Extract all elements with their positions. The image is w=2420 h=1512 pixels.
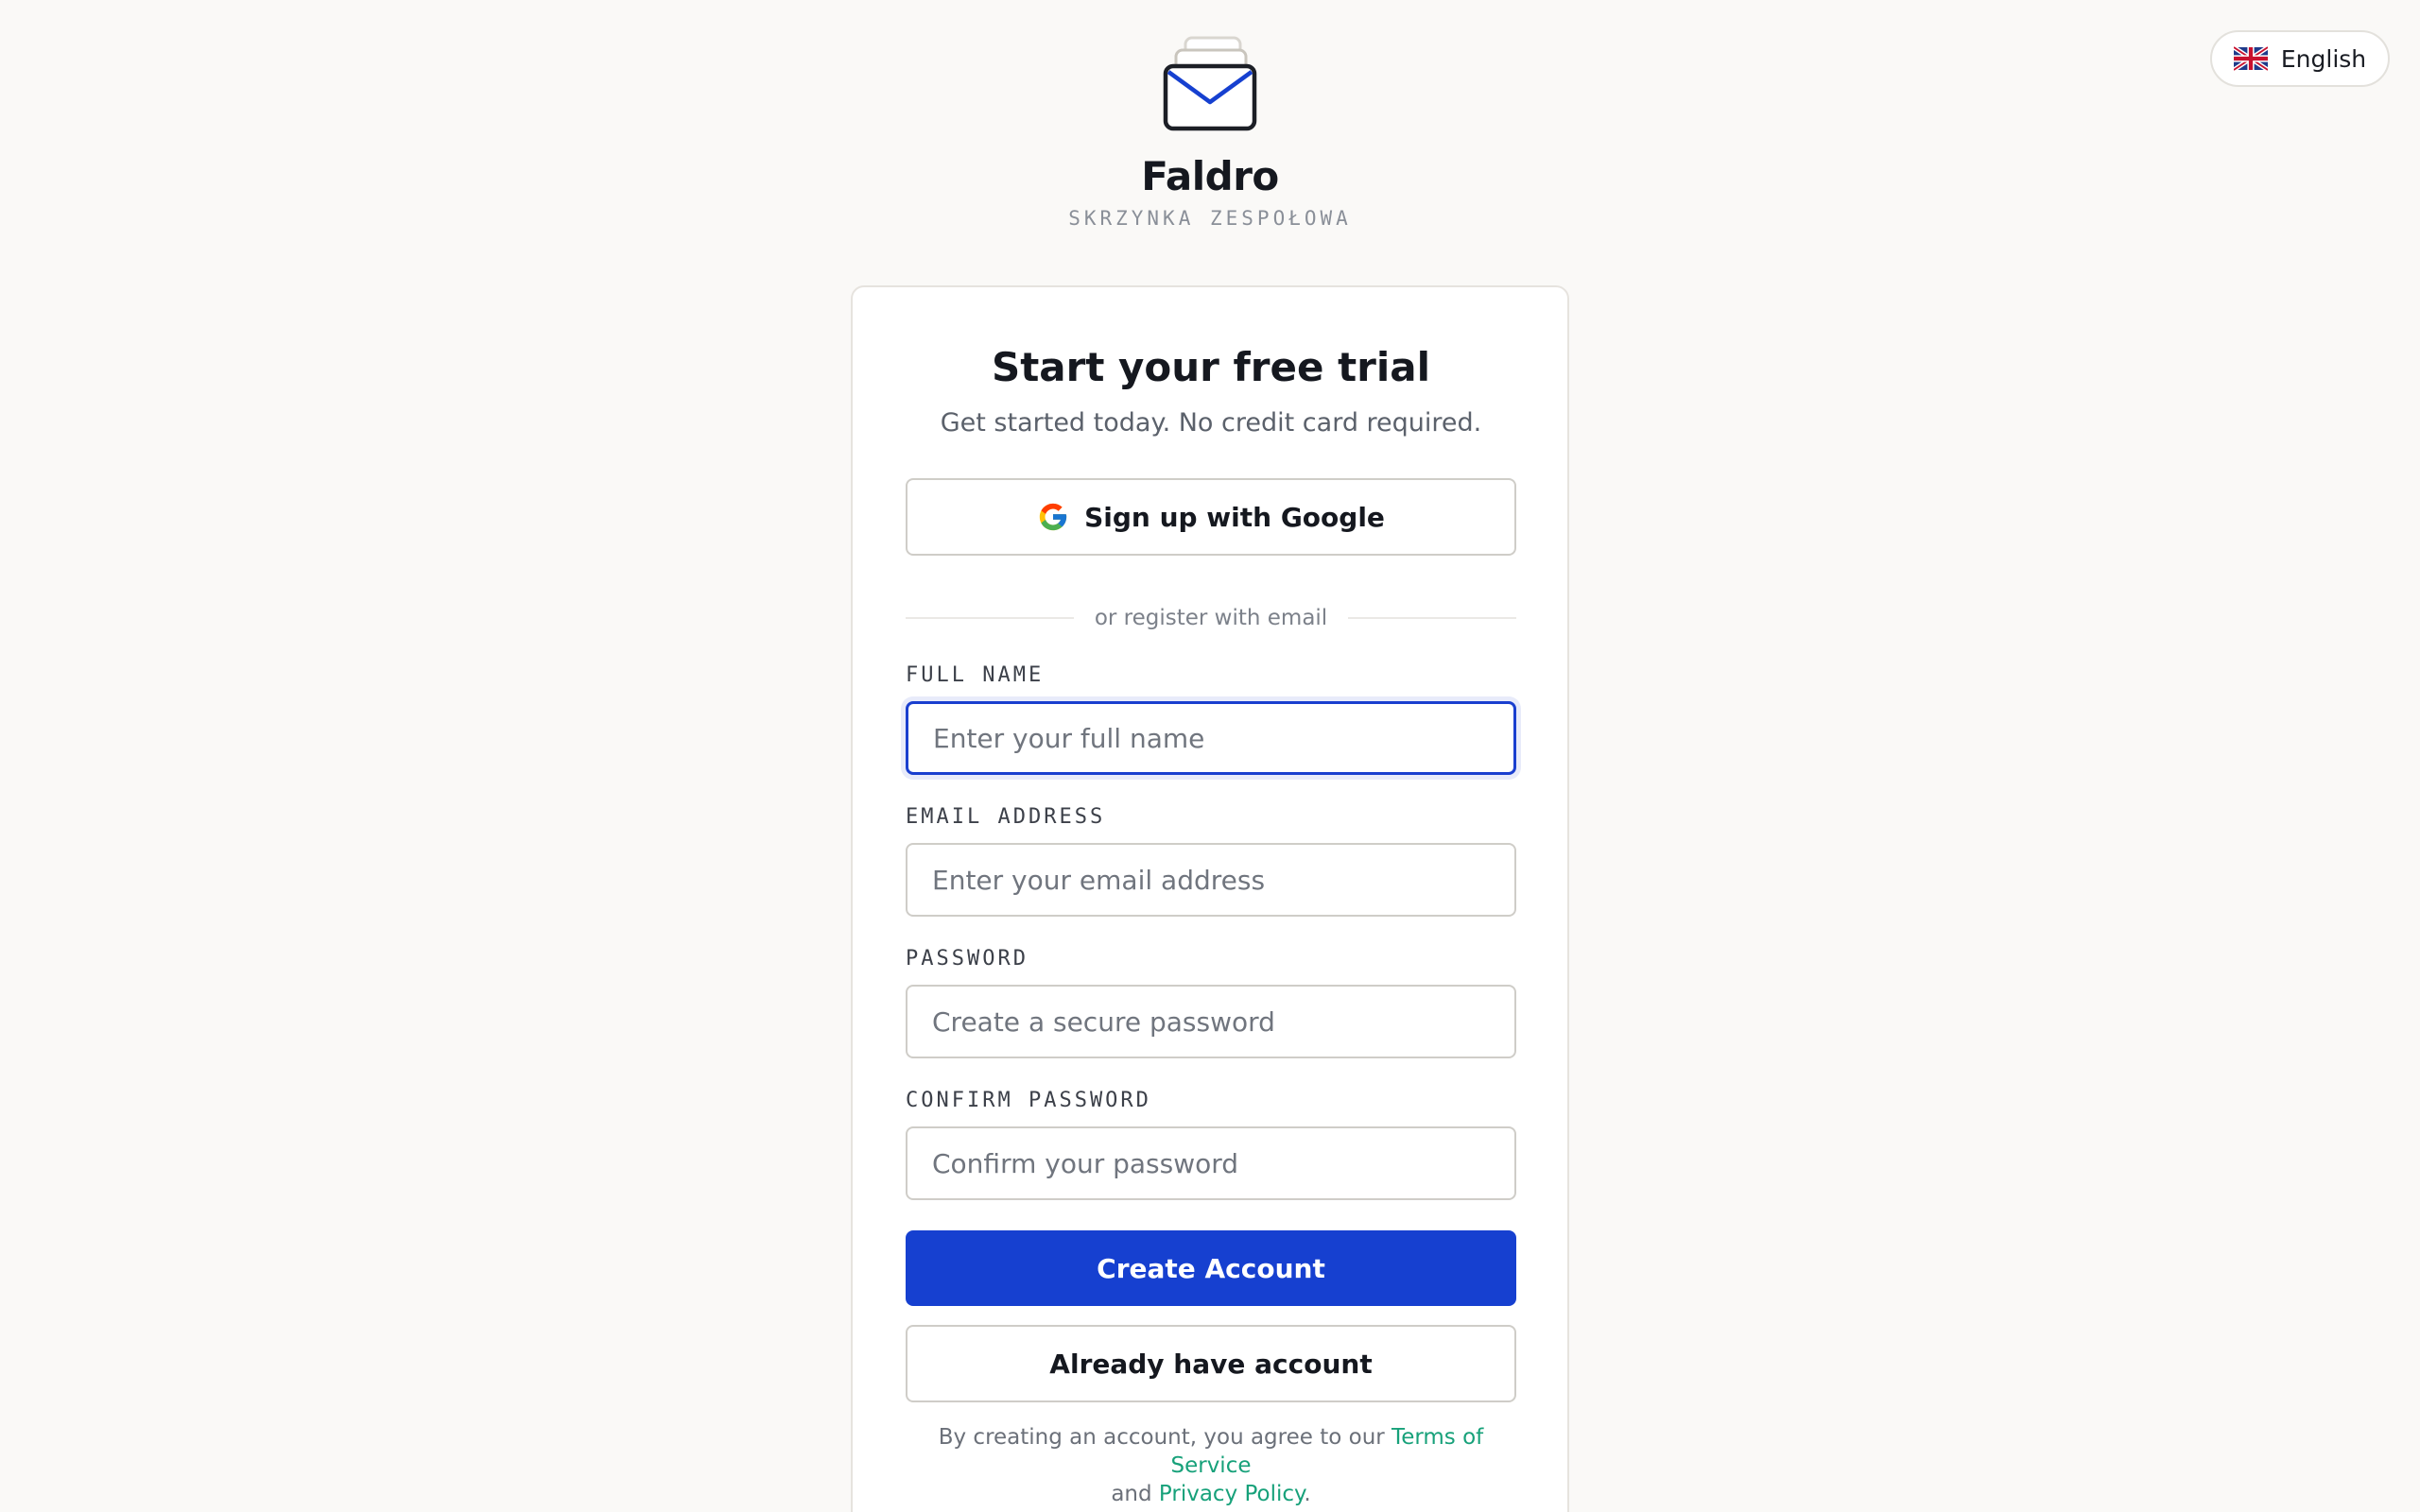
legal-notice: By creating an account, you agree to our… [906,1423,1516,1508]
google-signup-button[interactable]: Sign up with Google [906,478,1516,556]
email-divider: or register with email [906,599,1517,637]
signup-card: Start your free trial Get started today.… [851,285,1569,1512]
confirm-password-label: CONFIRM PASSWORD [906,1089,1151,1112]
divider-line [1348,617,1517,619]
privacy-link[interactable]: Privacy Policy [1159,1482,1304,1506]
brand-name: Faldro [1141,153,1279,199]
password-input[interactable] [906,985,1516,1058]
legal-prefix: By creating an account, you agree to our [938,1425,1392,1450]
divider-line [906,617,1074,619]
brand-tagline: SKRZYNKA ZESPOŁOWA [1068,207,1352,230]
legal-suffix: . [1304,1482,1311,1506]
full-name-input[interactable] [906,701,1516,775]
legal-middle: and [1111,1482,1159,1506]
login-button-label: Already have account [1049,1348,1373,1380]
create-account-button[interactable]: Create Account [906,1230,1516,1306]
full-name-label: FULL NAME [906,663,1045,687]
email-label: EMAIL ADDRESS [906,805,1106,829]
google-signup-label: Sign up with Google [1084,501,1385,533]
password-label: PASSWORD [906,947,1028,971]
page-title: Start your free trial [991,344,1431,390]
divider-text: or register with email [1094,606,1328,630]
create-account-label: Create Account [1097,1252,1325,1284]
email-input[interactable] [906,843,1516,917]
google-icon [1039,503,1067,531]
login-button[interactable]: Already have account [906,1325,1516,1402]
stacked-mail-icon [1163,36,1257,131]
page-subtitle: Get started today. No credit card requir… [940,408,1482,438]
confirm-password-input[interactable] [906,1126,1516,1200]
brand-header: Faldro SKRZYNKA ZESPOŁOWA [0,36,2420,230]
